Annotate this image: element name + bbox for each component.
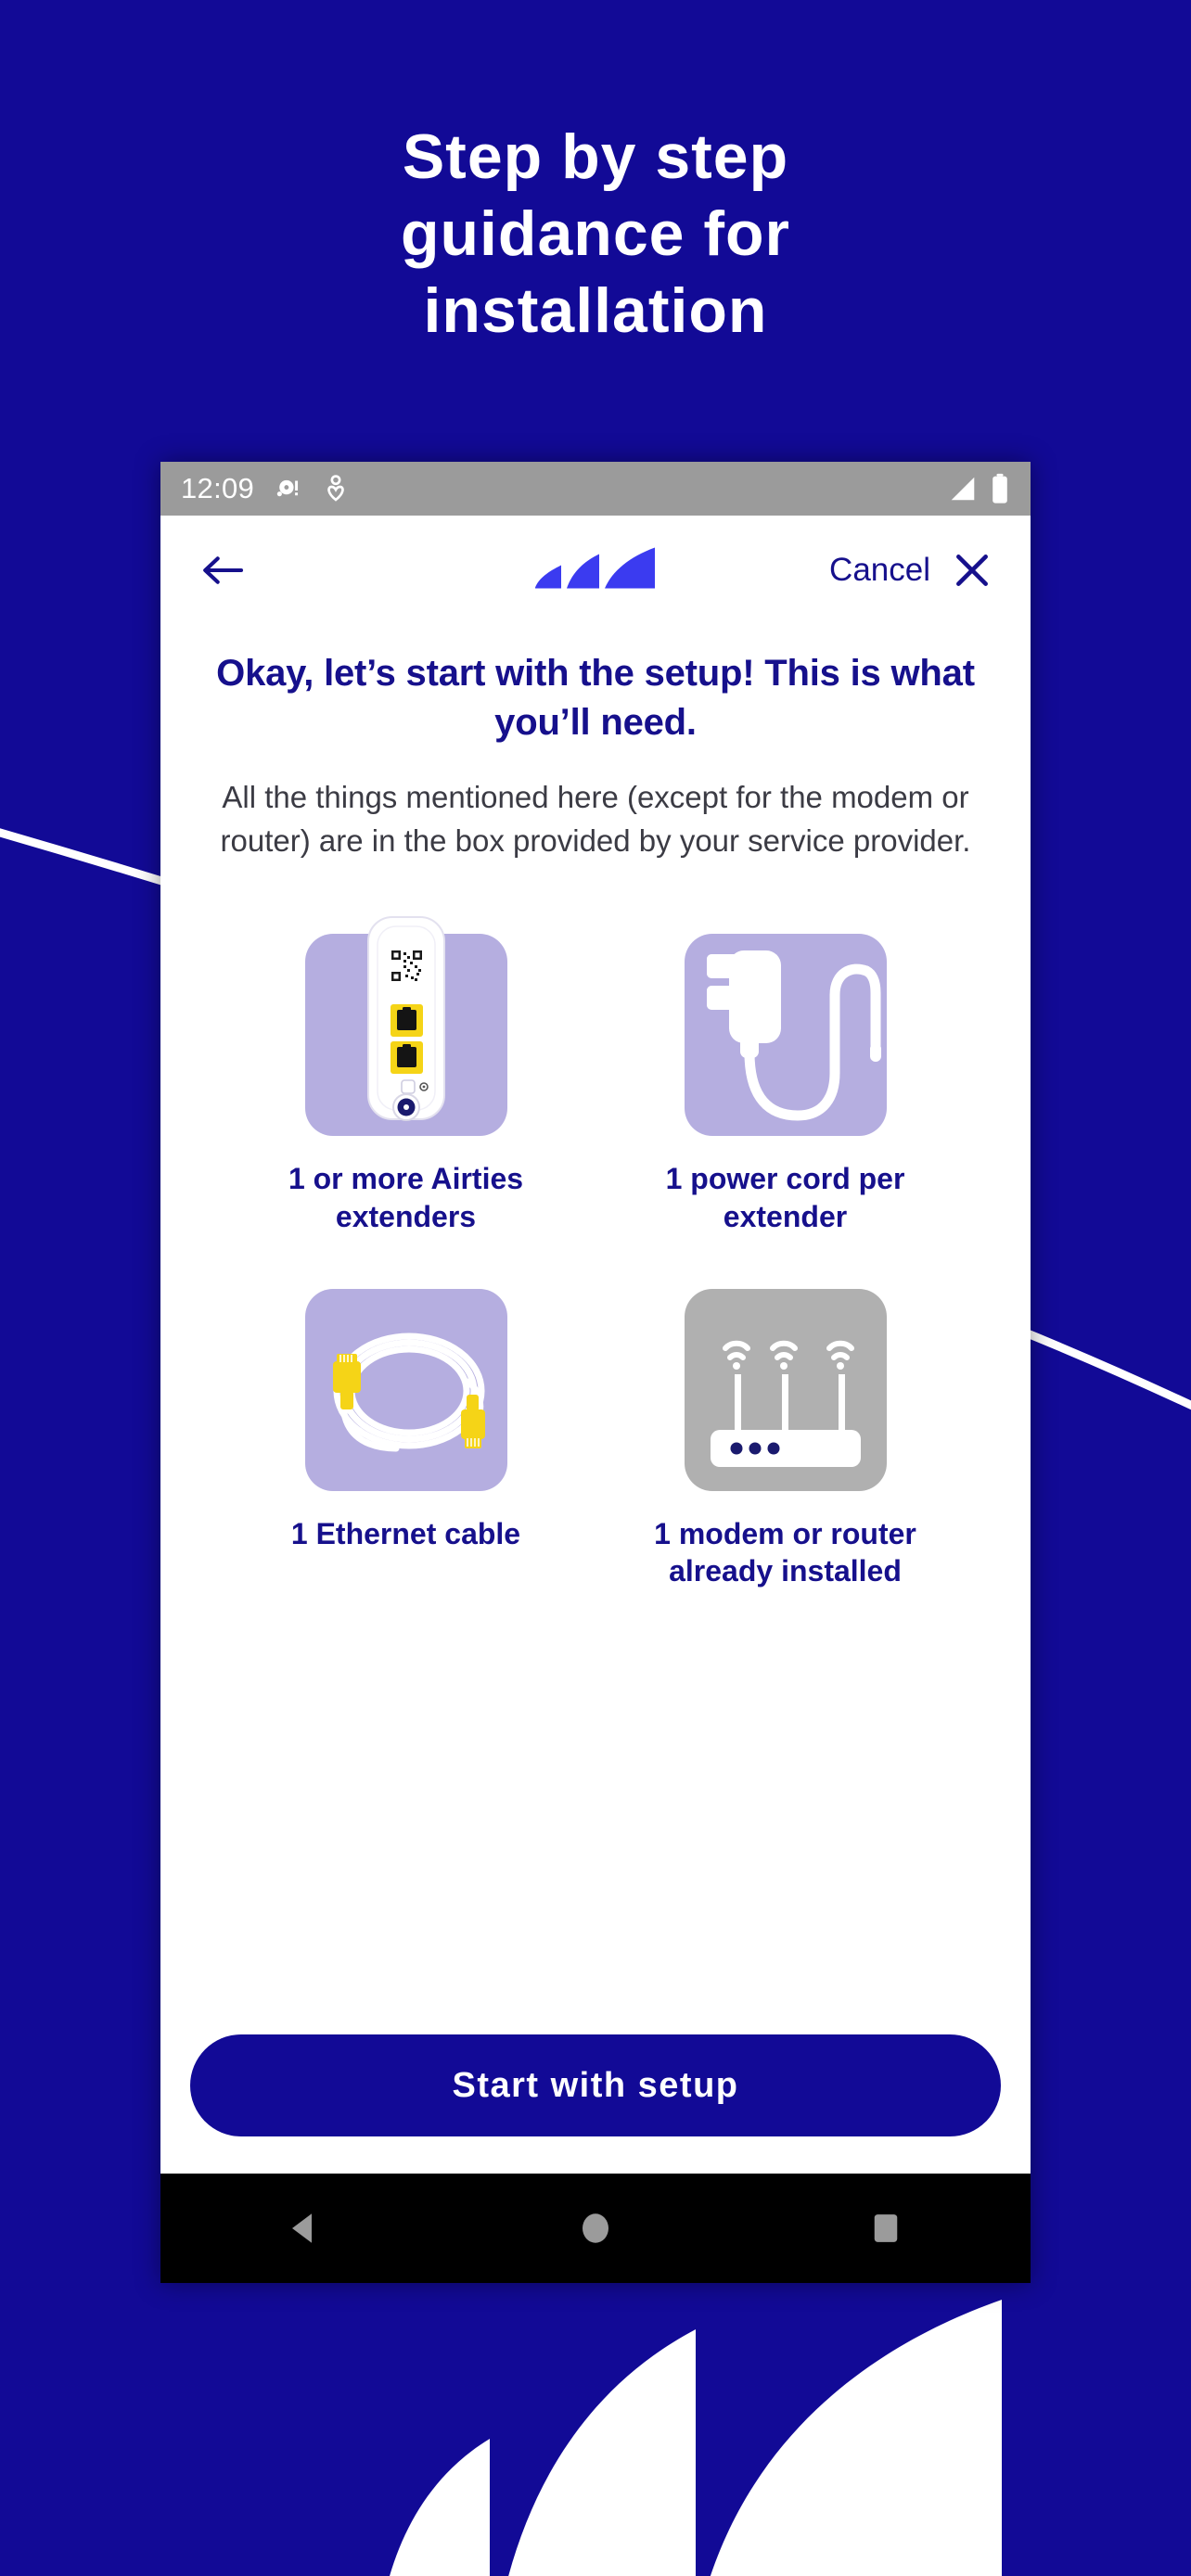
- battery-icon: [992, 473, 1007, 504]
- power-adapter-icon: [706, 950, 881, 1121]
- android-recents-button[interactable]: [844, 2196, 928, 2261]
- phone-screen: 12:09 Cancel Okay, let’s start with the …: [160, 462, 1031, 2174]
- status-bar-clock: 12:09: [181, 472, 255, 504]
- router-caption: 1 modem or router already installed: [654, 1516, 916, 1588]
- logo-sail-small: [390, 2439, 490, 2576]
- arrow-left-icon: [203, 556, 244, 584]
- airties-logo-icon: [535, 547, 655, 589]
- cancel-button[interactable]: Cancel: [829, 552, 930, 589]
- ethernet-caption: 1 Ethernet cable: [290, 1516, 521, 1550]
- logo-sail-large: [710, 2300, 1002, 2576]
- headline-line-2: guidance for: [400, 198, 791, 269]
- recents-square-icon: [874, 2214, 897, 2242]
- home-circle-icon: [582, 2213, 608, 2243]
- wifi-extender-icon: [366, 916, 445, 1122]
- page-title: Okay, let’s start with the setup! This i…: [216, 653, 975, 743]
- page-description: All the things mentioned here (except fo…: [220, 779, 971, 859]
- extender-caption: 1 or more Airties extenders: [288, 1162, 524, 1233]
- android-home-button[interactable]: [554, 2196, 637, 2261]
- requirements-grid: 1 or more Airties extenders 1 power cord…: [160, 863, 1031, 1589]
- requirement-item-extender: 1 or more Airties extenders: [216, 916, 596, 1235]
- logo-sail-medium: [508, 2329, 696, 2576]
- airties-logo: [533, 547, 658, 594]
- headline-line-3: installation: [423, 274, 768, 346]
- ethernet-tile: [304, 1288, 507, 1491]
- status-bar: 12:09: [160, 462, 1031, 516]
- back-triangle-icon: [292, 2213, 313, 2243]
- power-cord-tile: [684, 934, 887, 1137]
- back-button[interactable]: [198, 544, 250, 596]
- phone-mockup: 12:09 Cancel Okay, let’s start with the …: [160, 462, 1031, 2283]
- alarm-exclamation-icon: [276, 479, 299, 497]
- ethernet-cable-icon: [332, 1333, 485, 1452]
- app-header: Cancel: [160, 516, 1031, 625]
- start-with-setup-button[interactable]: Start with setup: [190, 2034, 1001, 2136]
- requirement-item-router: 1 modem or router already installed: [596, 1288, 975, 1590]
- close-button[interactable]: [951, 549, 993, 592]
- header-actions: Cancel: [829, 549, 993, 592]
- cta-container: Start with setup: [160, 2034, 1031, 2136]
- power-cord-caption: 1 power cord per extender: [665, 1162, 905, 1233]
- requirement-item-power-cord: 1 power cord per extender: [596, 934, 975, 1235]
- router-tile: [684, 1288, 887, 1491]
- do-not-disturb-heart-icon: [327, 475, 344, 502]
- headline-line-1: Step by step: [402, 121, 789, 192]
- router-icon: [710, 1340, 861, 1467]
- android-navigation-bar: [160, 2174, 1031, 2283]
- close-x-icon: [956, 555, 988, 586]
- extender-tile: [304, 916, 507, 1137]
- requirement-item-ethernet: 1 Ethernet cable: [216, 1288, 596, 1590]
- signal-icon: [951, 477, 975, 501]
- promo-headline: Step by step guidance for installation: [0, 119, 1191, 350]
- android-back-button[interactable]: [263, 2196, 347, 2261]
